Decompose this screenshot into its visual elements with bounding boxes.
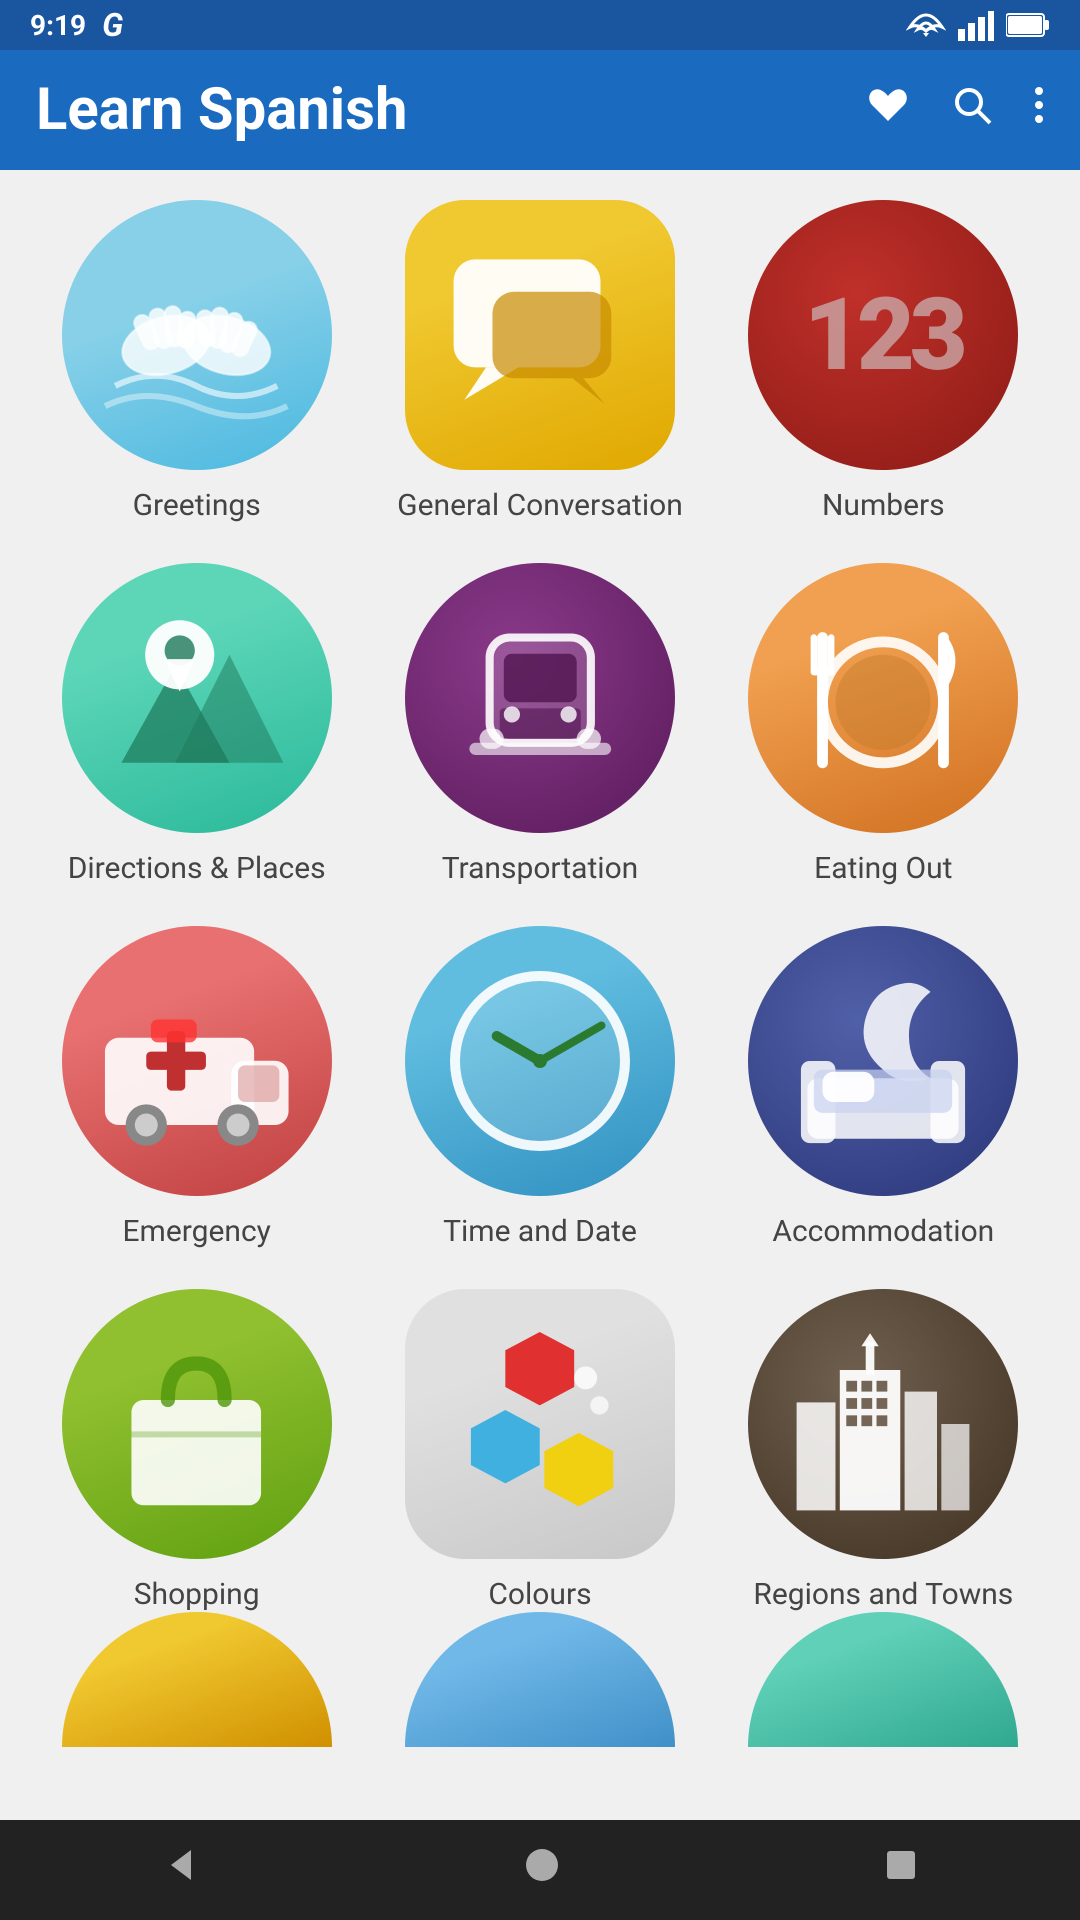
emergency-label: Emergency bbox=[122, 1214, 270, 1249]
status-bar: 9:19 G bbox=[0, 0, 1080, 50]
shopping-label: Shopping bbox=[134, 1577, 260, 1612]
accommodation-label: Accommodation bbox=[772, 1214, 994, 1249]
signal-icon bbox=[958, 9, 994, 41]
partial-item-3[interactable] bbox=[727, 1612, 1040, 1747]
greetings-label: Greetings bbox=[133, 488, 261, 523]
status-bar-left: 9:19 G bbox=[30, 6, 123, 44]
category-accommodation[interactable]: Accommodation bbox=[727, 926, 1040, 1249]
battery-icon bbox=[1006, 12, 1050, 38]
time-label: Time and Date bbox=[443, 1214, 637, 1249]
numbers-label: Numbers bbox=[822, 488, 945, 523]
directions-label: Directions & Places bbox=[68, 851, 326, 886]
category-numbers[interactable]: 123 Numbers bbox=[727, 200, 1040, 523]
partial-item-1[interactable] bbox=[40, 1612, 353, 1747]
category-transportation[interactable]: Transportation bbox=[383, 563, 696, 886]
navigation-bar bbox=[0, 1820, 1080, 1920]
category-shopping[interactable]: Shopping bbox=[40, 1289, 353, 1612]
conversation-label: General Conversation bbox=[397, 488, 683, 523]
back-button[interactable] bbox=[161, 1845, 201, 1895]
regions-label: Regions and Towns bbox=[753, 1577, 1013, 1612]
more-menu-icon[interactable] bbox=[1034, 83, 1044, 138]
google-icon: G bbox=[102, 6, 123, 44]
app-bar: Learn Spanish bbox=[0, 50, 1080, 170]
category-time[interactable]: Time and Date bbox=[383, 926, 696, 1249]
category-directions[interactable]: Directions & Places bbox=[40, 563, 353, 886]
status-time: 9:19 bbox=[30, 9, 86, 42]
eating-label: Eating Out bbox=[814, 851, 952, 886]
search-icon[interactable] bbox=[950, 83, 994, 138]
category-greetings[interactable]: Greetings bbox=[40, 200, 353, 523]
status-bar-right bbox=[906, 9, 1050, 41]
colours-label: Colours bbox=[488, 1577, 591, 1612]
wifi-icon bbox=[906, 9, 946, 41]
transportation-label: Transportation bbox=[442, 851, 639, 886]
app-title: Learn Spanish bbox=[36, 76, 866, 144]
numbers-icon-text: 123 bbox=[804, 277, 963, 394]
category-colours[interactable]: Colours bbox=[383, 1289, 696, 1612]
partial-row bbox=[0, 1612, 1080, 1777]
favorites-icon[interactable] bbox=[866, 83, 910, 138]
recents-button[interactable] bbox=[883, 1847, 919, 1893]
category-regions[interactable]: Regions and Towns bbox=[727, 1289, 1040, 1612]
app-bar-actions bbox=[866, 83, 1044, 138]
category-grid: Greetings General Conversation 123 Numbe… bbox=[0, 170, 1080, 1612]
category-conversation[interactable]: General Conversation bbox=[383, 200, 696, 523]
category-eating[interactable]: Eating Out bbox=[727, 563, 1040, 886]
home-button[interactable] bbox=[522, 1845, 562, 1895]
category-emergency[interactable]: Emergency bbox=[40, 926, 353, 1249]
partial-item-2[interactable] bbox=[383, 1612, 696, 1747]
